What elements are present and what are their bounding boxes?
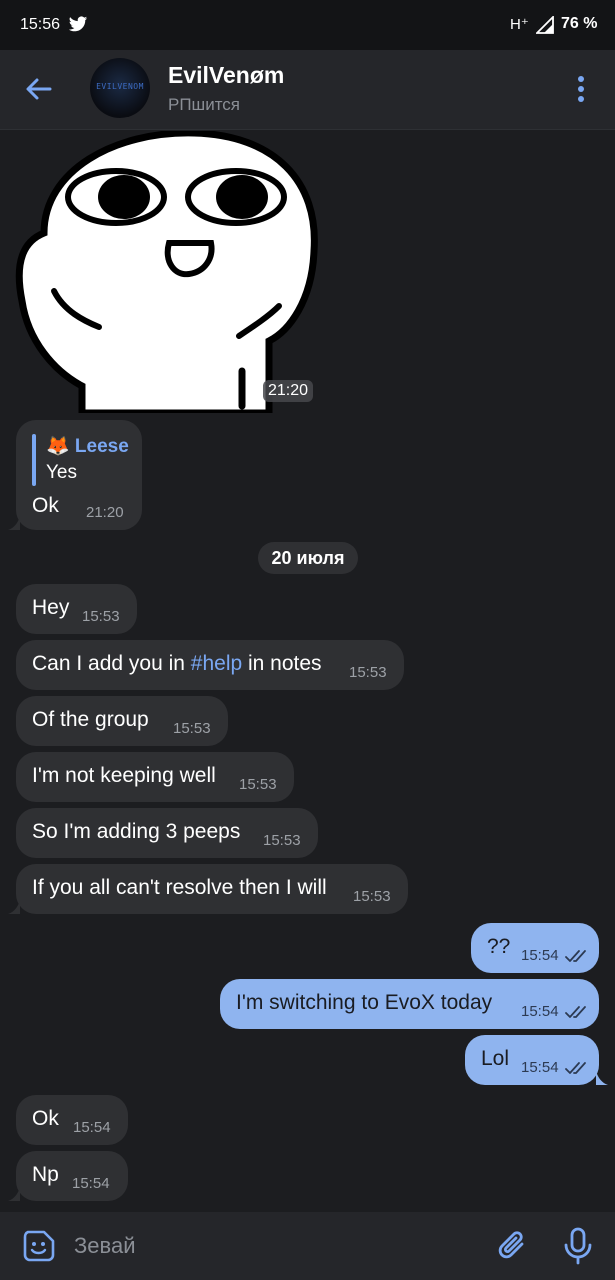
message-bubble-outgoing[interactable]: Lol 15:54: [465, 1035, 599, 1085]
bubble-tail-outgoing: [596, 1071, 608, 1085]
mic-icon[interactable]: [562, 1227, 594, 1265]
message-text: ??: [487, 935, 511, 958]
message-time: 15:54: [521, 1059, 559, 1076]
message-time: 15:53: [239, 776, 277, 793]
more-icon[interactable]: [570, 74, 592, 104]
reply-author[interactable]: 🦊 Leese: [46, 434, 129, 458]
message-text: Ok: [32, 494, 59, 517]
signal-icon: [536, 16, 554, 34]
message-text: So I'm adding 3 peeps: [32, 820, 241, 843]
message-text-part: Can I add you in: [32, 652, 191, 675]
message-time: 15:54: [73, 1119, 111, 1136]
message-bubble[interactable]: Hey 15:53: [16, 584, 137, 634]
message-bubble[interactable]: Can I add you in #help in notes 15:53: [16, 640, 404, 690]
chat-area[interactable]: 21:20 🦊 Leese Yes Ok 21:20 20 июля Hey 1…: [0, 131, 615, 1211]
network-type: H⁺: [510, 16, 529, 33]
message-text: If you all can't resolve then I will: [32, 876, 327, 899]
message-input[interactable]: Зевай: [74, 1233, 136, 1259]
status-time: 15:56: [20, 16, 61, 33]
bubble-tail: [8, 516, 20, 530]
message-time: 15:53: [349, 664, 387, 681]
chat-status: РПшится: [168, 95, 240, 114]
battery-level: 76 %: [561, 15, 598, 32]
message-time: 15:53: [353, 888, 391, 905]
message-text: Ok: [32, 1107, 59, 1130]
message-bubble-outgoing[interactable]: I'm switching to EvoX today 15:54: [220, 979, 599, 1029]
back-icon[interactable]: [24, 74, 54, 104]
message-time: 21:20: [86, 504, 124, 521]
bubble-tail: [8, 1187, 20, 1201]
message-time: 15:54: [521, 947, 559, 964]
hashtag-link[interactable]: #help: [191, 652, 242, 675]
message-bubble-outgoing[interactable]: ?? 15:54: [471, 923, 599, 973]
double-check-icon: [565, 1062, 586, 1074]
attach-icon[interactable]: [496, 1228, 530, 1264]
message-text-part: in notes: [242, 652, 322, 675]
message-text: Hey: [32, 596, 70, 619]
message-bubble[interactable]: I'm not keeping well 15:53: [16, 752, 294, 802]
message-bubble-reply[interactable]: 🦊 Leese Yes Ok 21:20: [16, 420, 142, 530]
message-bubble[interactable]: Ok 15:54: [16, 1095, 128, 1145]
message-bubble[interactable]: If you all can't resolve then I will 15:…: [16, 864, 408, 914]
date-separator: 20 июля: [258, 542, 358, 574]
chat-header: EVILVENOM EvilVenøm РПшится: [0, 50, 615, 130]
message-text: I'm not keeping well: [32, 764, 216, 787]
message-time: 15:54: [72, 1175, 110, 1192]
double-check-icon: [565, 1006, 586, 1018]
message-time: 15:53: [263, 832, 301, 849]
message-bubble[interactable]: Of the group 15:53: [16, 696, 228, 746]
message-time: 15:53: [173, 720, 211, 737]
message-text: Can I add you in #help in notes: [32, 652, 322, 676]
status-bar: 15:56 H⁺ 76 %: [0, 0, 615, 50]
avatar-text: EVILVENOM: [96, 82, 144, 91]
chat-title[interactable]: EvilVenøm: [168, 62, 284, 89]
message-input-bar: Зевай: [0, 1212, 615, 1280]
message-text: Np: [32, 1163, 59, 1186]
reply-quote-bar: [32, 434, 36, 486]
message-bubble[interactable]: So I'm adding 3 peeps 15:53: [16, 808, 318, 858]
sticker-icon[interactable]: [22, 1229, 56, 1263]
reply-quoted-text[interactable]: Yes: [46, 462, 77, 484]
avatar[interactable]: EVILVENOM: [90, 58, 150, 118]
twitter-icon: [68, 16, 88, 32]
message-text: Of the group: [32, 708, 149, 731]
message-time: 15:53: [82, 608, 120, 625]
message-bubble[interactable]: Np 15:54: [16, 1151, 128, 1201]
message-time: 15:54: [521, 1003, 559, 1020]
sticker-image[interactable]: [14, 131, 320, 413]
message-text: Lol: [481, 1047, 510, 1070]
double-check-icon: [565, 950, 586, 962]
message-text: I'm switching to EvoX today: [236, 991, 493, 1014]
bubble-tail: [8, 900, 20, 914]
sticker-time: 21:20: [263, 380, 314, 402]
